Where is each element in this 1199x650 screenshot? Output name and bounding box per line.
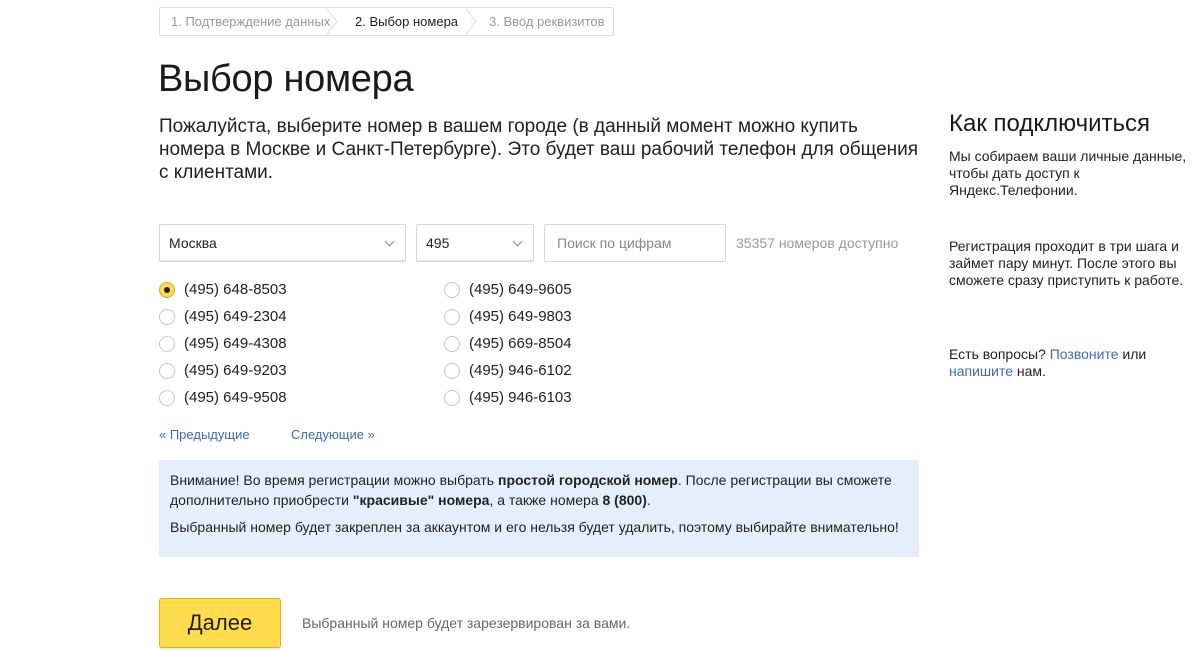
radio[interactable]	[444, 362, 460, 379]
radio[interactable]	[159, 389, 175, 406]
notice-bold: 8 (800)	[602, 492, 647, 508]
prev-page-link[interactable]: « Предыдущие	[159, 427, 250, 442]
radio[interactable]	[159, 362, 175, 379]
step-label: 2. Выбор номера	[355, 14, 459, 29]
area-code-select[interactable]: 495	[416, 224, 534, 262]
notice-paragraph: Внимание! Во время регистрации можно выб…	[170, 470, 908, 510]
next-button[interactable]: Далее	[159, 598, 281, 648]
number-label: (495) 946-6103	[469, 389, 572, 406]
page-title: Выбор номера	[158, 58, 414, 100]
intro-text: Пожалуйста, выберите номер в вашем город…	[159, 116, 919, 183]
sidebar-data-info: Мы собираем ваши личные данные, чтобы да…	[949, 148, 1187, 198]
area-code-value: 495	[426, 235, 450, 251]
number-label: (495) 669-8504	[469, 335, 572, 352]
sidebar-title: Как подключиться	[949, 110, 1150, 137]
number-label: (495) 946-6102	[469, 362, 572, 379]
step-enter-details[interactable]: 3. Ввод реквизитов	[477, 8, 613, 35]
city-select[interactable]: Москва	[159, 224, 406, 262]
help-sidebar: Как подключиться Мы собираем ваши личные…	[949, 110, 1189, 379]
radio[interactable]	[159, 308, 175, 325]
number-label: (495) 648-8503	[184, 281, 287, 298]
chevron-down-icon	[384, 236, 395, 247]
call-link[interactable]: Позвоните	[1050, 346, 1119, 362]
digits-search-input[interactable]	[544, 224, 726, 262]
notice-bold: простой городской номер	[497, 472, 678, 488]
numbers-column-right: (495) 649-9605 (495) 649-9803 (495) 669-…	[444, 276, 572, 411]
step-confirm-data[interactable]: 1. Подтверждение данных	[160, 8, 338, 35]
write-link[interactable]: напишите	[949, 363, 1013, 379]
next-page-link[interactable]: Следующие »	[291, 427, 375, 442]
notice-text: , а также номера	[489, 492, 603, 508]
step-label: 1. Подтверждение данных	[171, 14, 331, 29]
notice-text: .	[646, 492, 651, 508]
number-option[interactable]: (495) 649-9605	[444, 276, 572, 303]
radio[interactable]	[444, 281, 460, 298]
step-label: 3. Ввод реквизитов	[489, 14, 605, 29]
number-option[interactable]: (495) 649-9803	[444, 303, 572, 330]
number-option[interactable]: (495) 649-2304	[159, 303, 287, 330]
breadcrumb-steps: 1. Подтверждение данных 2. Выбор номера …	[159, 7, 614, 36]
number-option[interactable]: (495) 649-9203	[159, 357, 287, 384]
sidebar-steps-info: Регистрация проходит в три шага и займет…	[949, 238, 1184, 288]
number-label: (495) 649-2304	[184, 308, 287, 325]
number-option[interactable]: (495) 649-4308	[159, 330, 287, 357]
numbers-column-left: (495) 648-8503 (495) 649-2304 (495) 649-…	[159, 276, 287, 411]
number-label: (495) 649-9605	[469, 281, 572, 298]
notice-text: Внимание! Во время регистрации можно выб…	[170, 472, 498, 488]
radio-selected[interactable]	[159, 281, 175, 298]
available-count: 35357 номеров доступно	[736, 235, 899, 251]
sidebar-contact: Есть вопросы? Позвоните или напишите нам…	[949, 346, 1189, 380]
number-label: (495) 649-9508	[184, 389, 287, 406]
radio[interactable]	[159, 335, 175, 352]
sidebar-text: Есть вопросы?	[949, 346, 1050, 362]
reservation-note: Выбранный номер будет зарезервирован за …	[302, 615, 631, 631]
number-label: (495) 649-9203	[184, 362, 287, 379]
chevron-down-icon	[512, 236, 523, 247]
number-option[interactable]: (495) 648-8503	[159, 276, 287, 303]
city-select-value: Москва	[169, 235, 217, 251]
number-option[interactable]: (495) 669-8504	[444, 330, 572, 357]
number-label: (495) 649-9803	[469, 308, 572, 325]
step-choose-number[interactable]: 2. Выбор номера	[338, 8, 477, 35]
radio[interactable]	[444, 308, 460, 325]
number-option[interactable]: (495) 649-9508	[159, 384, 287, 411]
radio[interactable]	[444, 389, 460, 406]
sidebar-text: нам.	[1013, 363, 1046, 379]
number-label: (495) 649-4308	[184, 335, 287, 352]
number-option[interactable]: (495) 946-6103	[444, 384, 572, 411]
notice-bold: "красивые" номера	[352, 492, 490, 508]
number-option[interactable]: (495) 946-6102	[444, 357, 572, 384]
sidebar-text: или	[1118, 346, 1147, 362]
notice-warning: Выбранный номер будет закреплен за аккау…	[170, 519, 899, 535]
radio[interactable]	[444, 335, 460, 352]
notice-box: Внимание! Во время регистрации можно выб…	[159, 460, 919, 557]
